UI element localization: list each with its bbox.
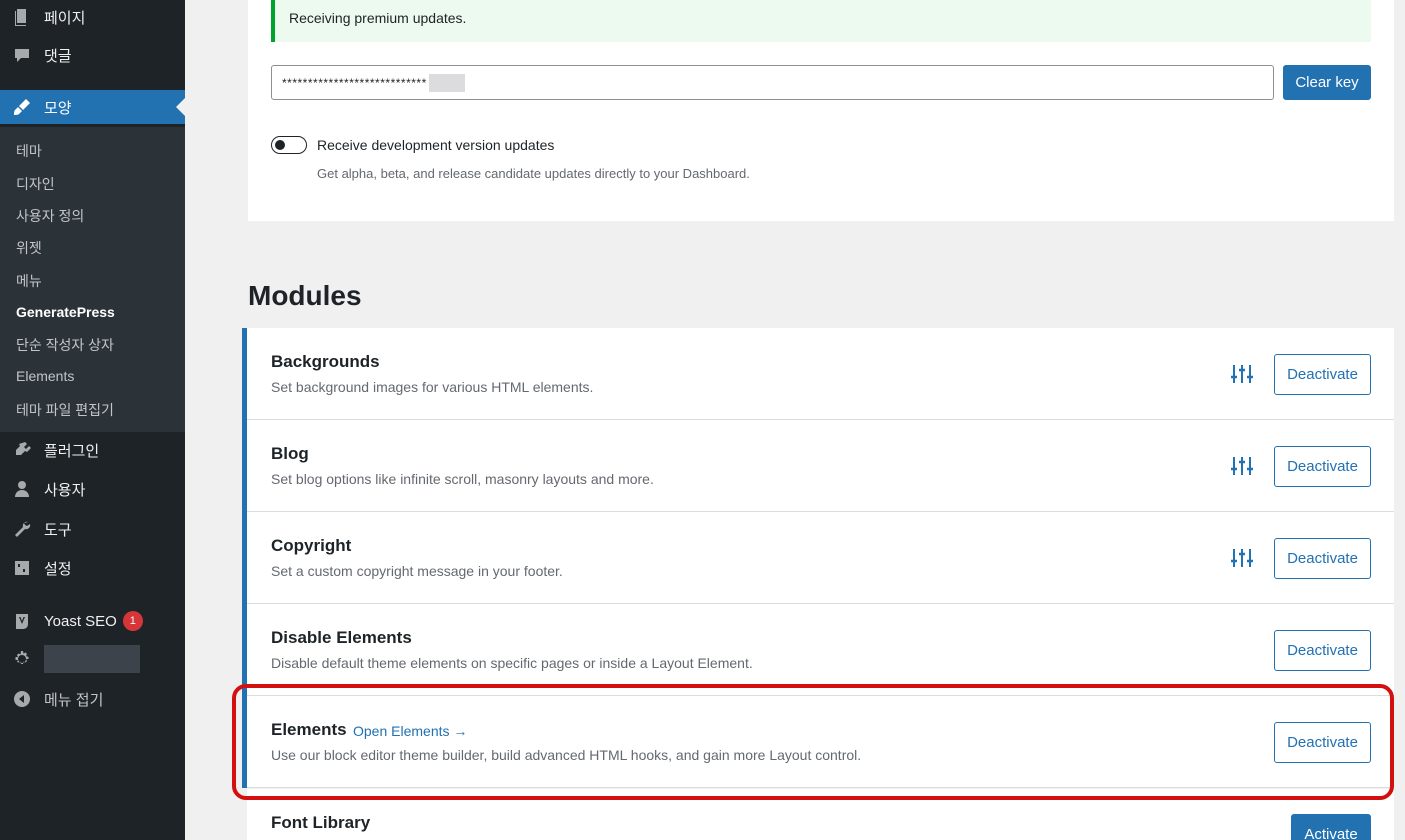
module-name: Disable Elements <box>271 628 412 647</box>
appearance-icon <box>0 97 44 117</box>
menu-redacted[interactable] <box>0 642 185 676</box>
notice-text: Receiving premium updates. <box>289 10 467 26</box>
admin-sidebar: 페이지 댓글 모양 테마 디자인 사용자 정의 위젯 메뉴 GeneratePr… <box>0 0 185 840</box>
menu-tools-label: 도구 <box>44 521 72 539</box>
submenu-elements[interactable]: Elements <box>16 368 74 384</box>
current-menu-arrow <box>176 98 185 116</box>
module-description: Use our block editor theme builder, buil… <box>271 747 862 763</box>
toggle-knob <box>275 140 285 150</box>
license-key-input[interactable]: **************************** <box>271 65 1274 100</box>
module-row-disable-elements: Disable Elements Disable default theme e… <box>247 604 1394 696</box>
module-name: Backgrounds <box>271 352 380 371</box>
module-row-blog: Blog Set blog options like infinite scro… <box>247 420 1394 512</box>
collapse-menu-label: 메뉴 접기 <box>44 691 104 709</box>
menu-appearance[interactable]: 모양 <box>0 90 185 124</box>
collapse-menu-button[interactable]: 메뉴 접기 <box>0 682 185 716</box>
dev-toggle-label: Receive development version updates <box>317 137 555 153</box>
activate-button[interactable]: Activate <box>1291 814 1371 840</box>
menu-users[interactable]: 사용자 <box>0 472 185 506</box>
sliders-icon[interactable] <box>1230 454 1254 478</box>
clear-key-button[interactable]: Clear key <box>1283 65 1371 100</box>
collapse-icon <box>0 689 44 709</box>
menu-pages[interactable]: 페이지 <box>0 0 185 34</box>
redacted-label <box>44 645 140 673</box>
deactivate-button[interactable]: Deactivate <box>1274 630 1371 671</box>
module-name: Blog <box>271 444 309 463</box>
submenu-customize[interactable]: 사용자 정의 <box>16 206 84 226</box>
module-name: Font Library <box>271 813 371 832</box>
dev-toggle-description: Get alpha, beta, and release candidate u… <box>317 166 750 181</box>
plugins-icon <box>0 440 44 460</box>
menu-settings[interactable]: 설정 <box>0 551 185 585</box>
gear-icon <box>0 649 44 669</box>
module-description: Set blog options like infinite scroll, m… <box>271 471 654 487</box>
menu-tools[interactable]: 도구 <box>0 512 185 546</box>
deactivate-button[interactable]: Deactivate <box>1274 538 1371 579</box>
module-name: Elements <box>271 720 347 739</box>
menu-yoast-label: Yoast SEO <box>44 612 117 630</box>
appearance-submenu: 테마 디자인 사용자 정의 위젯 메뉴 GeneratePress 단순 작성자… <box>0 127 185 432</box>
deactivate-button[interactable]: Deactivate <box>1274 354 1371 395</box>
menu-plugins[interactable]: 플러그인 <box>0 433 185 467</box>
sliders-icon[interactable] <box>1230 362 1254 386</box>
yoast-icon <box>0 611 44 631</box>
menu-appearance-label: 모양 <box>44 99 72 117</box>
module-description: Set background images for various HTML e… <box>271 379 594 395</box>
open-elements-link[interactable]: Open Elements → <box>353 723 467 739</box>
menu-yoast[interactable]: Yoast SEO 1 <box>0 604 185 638</box>
menu-users-label: 사용자 <box>44 481 86 499</box>
pages-icon <box>0 7 44 27</box>
modules-heading: Modules <box>248 280 362 311</box>
key-redacted <box>428 73 465 92</box>
menu-plugins-label: 플러그인 <box>44 442 100 460</box>
menu-comments-label: 댓글 <box>44 47 72 65</box>
comments-icon <box>0 45 44 65</box>
notification-badge: 1 <box>122 611 143 631</box>
module-row-copyright: Copyright Set a custom copyright message… <box>247 512 1394 604</box>
premium-updates-notice: Receiving premium updates. <box>271 0 1371 42</box>
settings-icon <box>0 558 44 578</box>
menu-comments[interactable]: 댓글 <box>0 38 185 72</box>
submenu-menus[interactable]: 메뉴 <box>16 271 42 291</box>
submenu-themes[interactable]: 테마 <box>16 141 42 161</box>
tools-icon <box>0 519 44 539</box>
module-description: Disable default theme elements on specif… <box>271 655 753 671</box>
menu-settings-label: 설정 <box>44 560 72 578</box>
module-description: Set a custom copyright message in your f… <box>271 563 563 579</box>
submenu-design[interactable]: 디자인 <box>16 174 55 194</box>
deactivate-button[interactable]: Deactivate <box>1274 446 1371 487</box>
submenu-widgets[interactable]: 위젯 <box>16 238 42 258</box>
deactivate-button[interactable]: Deactivate <box>1274 722 1371 763</box>
module-row-backgrounds: Backgrounds Set background images for va… <box>247 328 1394 420</box>
submenu-author-box[interactable]: 단순 작성자 상자 <box>16 335 114 355</box>
menu-pages-label: 페이지 <box>44 9 86 27</box>
submenu-generatepress[interactable]: GeneratePress <box>16 304 115 320</box>
module-row-elements: Elements Open Elements → Use our block e… <box>247 696 1394 788</box>
submenu-theme-file-editor[interactable]: 테마 파일 편집기 <box>16 400 114 420</box>
module-row-font-library: Font Library Activate <box>247 789 1394 840</box>
module-name: Copyright <box>271 536 352 555</box>
dev-updates-toggle[interactable] <box>271 136 307 154</box>
license-key-value: **************************** <box>282 75 427 90</box>
users-icon <box>0 479 44 499</box>
sliders-icon[interactable] <box>1230 546 1254 570</box>
